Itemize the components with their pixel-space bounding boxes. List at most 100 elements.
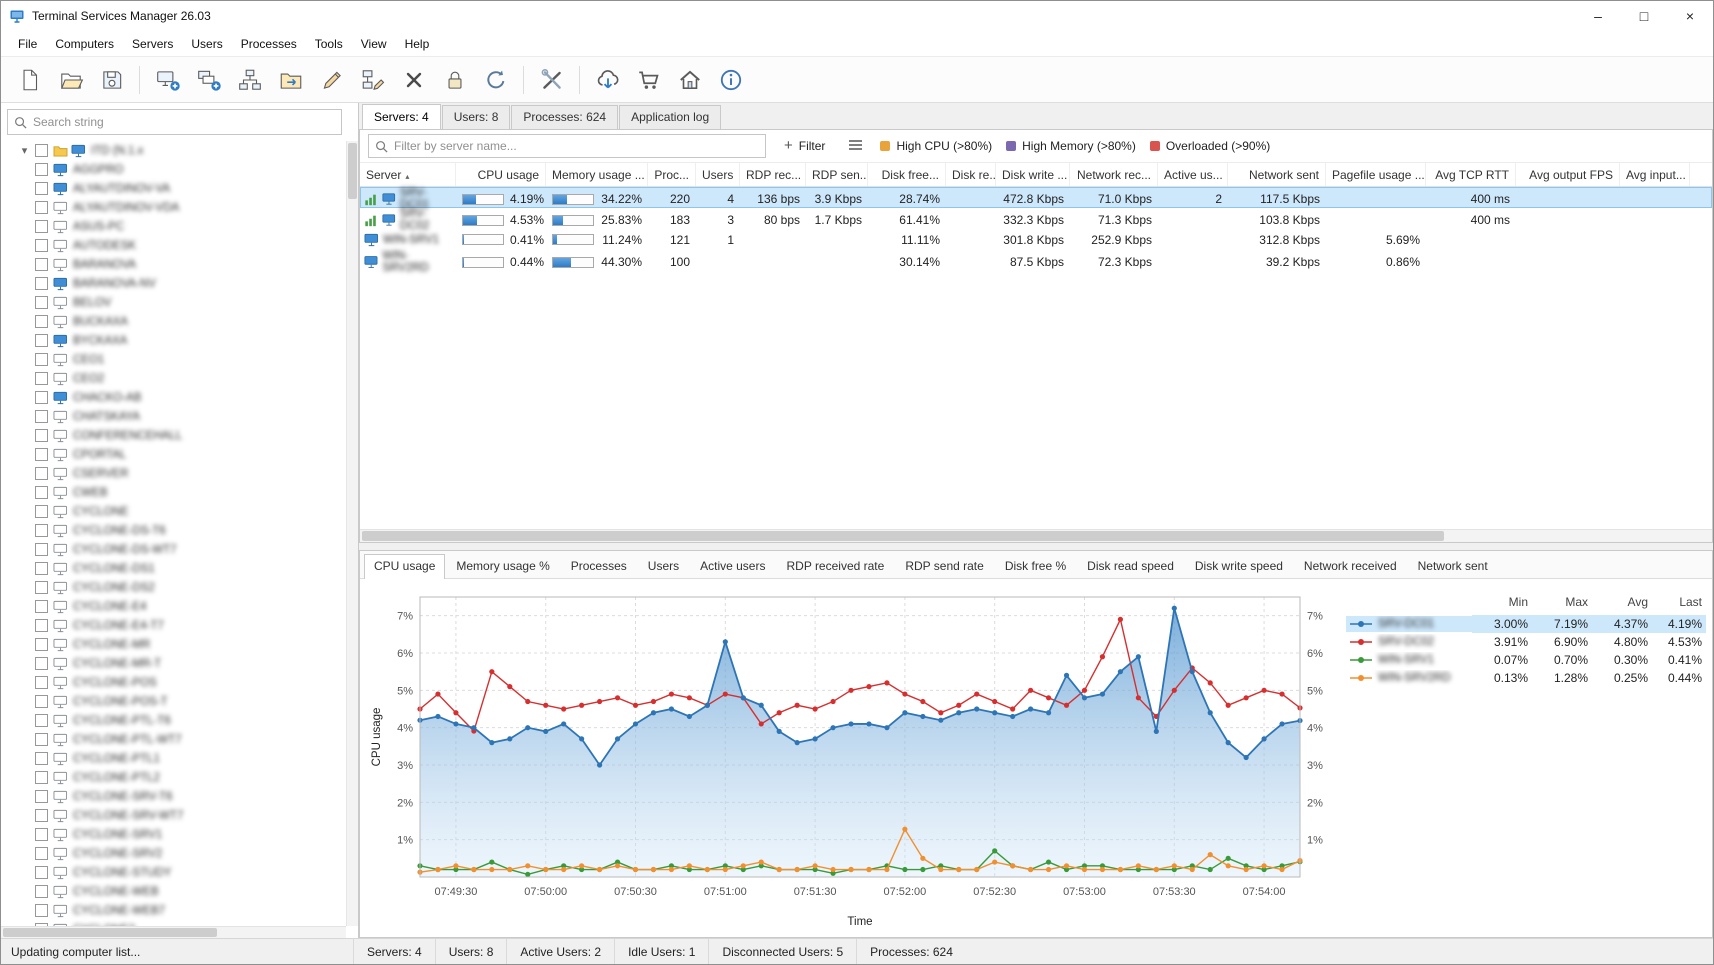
tree-item-buckaxa[interactable]: BUCKAXA — [1, 312, 358, 331]
table-row[interactable]: SRV-DC024.53%25.83%183380 bps1.7 Kbps61.… — [360, 208, 1712, 229]
tree-item-checkbox[interactable] — [35, 904, 48, 917]
maximize-button[interactable]: □ — [1621, 1, 1667, 31]
detail-tab-network-sent[interactable]: Network sent — [1408, 554, 1498, 578]
tree-item-cyclone-ds-t6[interactable]: CYCLONE-DS-T6 — [1, 521, 358, 540]
tree-item-cyclone-e4[interactable]: CYCLONE-E4 — [1, 597, 358, 616]
table-row[interactable]: WIN-SRV10.41%11.24%121111.11%301.8 Kbps2… — [360, 229, 1712, 250]
scrollbar-thumb[interactable] — [348, 143, 357, 199]
column-header-active-us[interactable]: Active us... — [1158, 163, 1228, 186]
tree-item-checkbox[interactable] — [35, 277, 48, 290]
tree-item-cyclone[interactable]: CYCLONE — [1, 502, 358, 521]
tree-item-cportal[interactable]: CPORTAL — [1, 445, 358, 464]
tree-item-checkbox[interactable] — [35, 866, 48, 879]
tree-item-asus-pc[interactable]: ASUS-PC — [1, 217, 358, 236]
chip-high-memory-80[interactable]: High Memory (>80%) — [1006, 139, 1136, 153]
tree-item-autodesk[interactable]: AUTODESK — [1, 236, 358, 255]
tree-item-checkbox[interactable] — [35, 410, 48, 423]
tree-item-checkbox[interactable] — [35, 771, 48, 784]
server-filter-input[interactable] — [394, 139, 759, 153]
tree-item-ceo1[interactable]: CEO1 — [1, 350, 358, 369]
tree-item-checkbox[interactable] — [35, 296, 48, 309]
filter-button[interactable]: + Filter — [778, 136, 831, 156]
lock-button[interactable] — [434, 60, 475, 99]
tree-item-checkbox[interactable] — [35, 752, 48, 765]
tree-item-checkbox[interactable] — [35, 790, 48, 803]
menu-computers[interactable]: Computers — [46, 33, 123, 55]
save-button[interactable] — [91, 60, 132, 99]
tree-item-checkbox[interactable] — [35, 695, 48, 708]
detail-tab-memory-usage[interactable]: Memory usage % — [446, 554, 559, 578]
sidebar-vertical-scrollbar[interactable] — [346, 141, 358, 926]
sidebar-horizontal-scrollbar[interactable] — [1, 926, 346, 938]
column-header-avg-tcp-rtt[interactable]: Avg TCP RTT — [1426, 163, 1516, 186]
menu-file[interactable]: File — [9, 33, 46, 55]
column-header-cpu-usage[interactable]: CPU usage — [456, 163, 546, 186]
tree-item-cyclone-web7[interactable]: CYCLONE-WEB7 — [1, 901, 358, 920]
home-button[interactable] — [669, 60, 710, 99]
chip-overloaded-90[interactable]: Overloaded (>90%) — [1150, 139, 1270, 153]
menu-processes[interactable]: Processes — [232, 33, 306, 55]
filter-menu-icon[interactable] — [843, 136, 868, 157]
tree-item-checkbox[interactable] — [35, 714, 48, 727]
info-button[interactable] — [710, 60, 751, 99]
tree-item-ceo2[interactable]: CEO2 — [1, 369, 358, 388]
tree-item-checkbox[interactable] — [35, 220, 48, 233]
tab-processes-624[interactable]: Processes: 624 — [511, 105, 618, 129]
cloud-download-button[interactable] — [587, 60, 628, 99]
tree-item-checkbox[interactable] — [35, 828, 48, 841]
tree-item-checkbox[interactable] — [35, 144, 48, 157]
detail-tab-users[interactable]: Users — [638, 554, 689, 578]
tree-item-conferencehall[interactable]: CONFERENCEHALL — [1, 426, 358, 445]
tree-item-checkbox[interactable] — [35, 201, 48, 214]
edit-button[interactable] — [311, 60, 352, 99]
detail-tab-disk-write-speed[interactable]: Disk write speed — [1185, 554, 1293, 578]
edit-group-button[interactable] — [352, 60, 393, 99]
legend-row-name[interactable]: WIN-SRV1 — [1346, 652, 1472, 668]
add-computer-group-button[interactable] — [188, 60, 229, 99]
column-header-disk-free[interactable]: Disk free... — [868, 163, 946, 186]
tree-item-cyclone-srv-t6[interactable]: CYCLONE-SRV-T6 — [1, 787, 358, 806]
tree-item-chacko-ab[interactable]: CHACKO-AB — [1, 388, 358, 407]
tree-item-checkbox[interactable] — [35, 448, 48, 461]
menu-servers[interactable]: Servers — [123, 33, 182, 55]
detail-tab-active-users[interactable]: Active users — [690, 554, 775, 578]
computer-tree-button[interactable] — [229, 60, 270, 99]
tree-item-checkbox[interactable] — [35, 486, 48, 499]
column-header-avg-input[interactable]: Avg input... — [1620, 163, 1690, 186]
tree-item-checkbox[interactable] — [35, 372, 48, 385]
tree-item-cyclone-pos[interactable]: CYCLONE-POS — [1, 673, 358, 692]
tree-item-cyclone-ptl2[interactable]: CYCLONE-PTL2 — [1, 768, 358, 787]
tree-item-checkbox[interactable] — [35, 809, 48, 822]
tree-item-checkbox[interactable] — [35, 847, 48, 860]
delete-button[interactable] — [393, 60, 434, 99]
tree-item-checkbox[interactable] — [35, 885, 48, 898]
tree-item-checkbox[interactable] — [35, 638, 48, 651]
tree-item-checkbox[interactable] — [35, 353, 48, 366]
tree-item-cyclone-web[interactable]: CYCLONE-WEB — [1, 882, 358, 901]
tree-item-aggpro[interactable]: AGGPRO — [1, 160, 358, 179]
tree-item-baranova-nv[interactable]: BARANOVA-NV — [1, 274, 358, 293]
tree-item-checkbox[interactable] — [35, 562, 48, 575]
detail-tab-rdp-received-rate[interactable]: RDP received rate — [776, 554, 894, 578]
tools-button[interactable] — [531, 60, 572, 99]
detail-tab-disk-free[interactable]: Disk free % — [995, 554, 1076, 578]
scrollbar-thumb[interactable] — [362, 531, 1444, 541]
menu-view[interactable]: View — [352, 33, 396, 55]
tree-item-cyclone-srv2[interactable]: CYCLONE-SRV2 — [1, 844, 358, 863]
column-header-avg-output-fps[interactable]: Avg output FPS — [1516, 163, 1620, 186]
tree-item-checkbox[interactable] — [35, 315, 48, 328]
column-header-proc[interactable]: Proc... — [648, 163, 696, 186]
tree-item-byckaxa[interactable]: BYCKAXA — [1, 331, 358, 350]
scrollbar-thumb[interactable] — [3, 928, 217, 937]
tree-item-checkbox[interactable] — [35, 676, 48, 689]
table-row[interactable]: WIN-SRV2RD0.44%44.30%10030.14%87.5 Kbps7… — [360, 250, 1712, 271]
tree-item-cyclone-ptl1[interactable]: CYCLONE-PTL1 — [1, 749, 358, 768]
detail-tab-disk-read-speed[interactable]: Disk read speed — [1077, 554, 1184, 578]
menu-help[interactable]: Help — [396, 33, 439, 55]
tree-item-cyclone-ds1[interactable]: CYCLONE-DS1 — [1, 559, 358, 578]
tree-item-checkbox[interactable] — [35, 334, 48, 347]
tree-item-cyclone-e4-t7[interactable]: CYCLONE-E4-T7 — [1, 616, 358, 635]
tab-application-log[interactable]: Application log — [619, 105, 721, 129]
tab-servers-4[interactable]: Servers: 4 — [362, 104, 441, 129]
tree-item-cyclone-srv-wt7[interactable]: CYCLONE-SRV-WT7 — [1, 806, 358, 825]
